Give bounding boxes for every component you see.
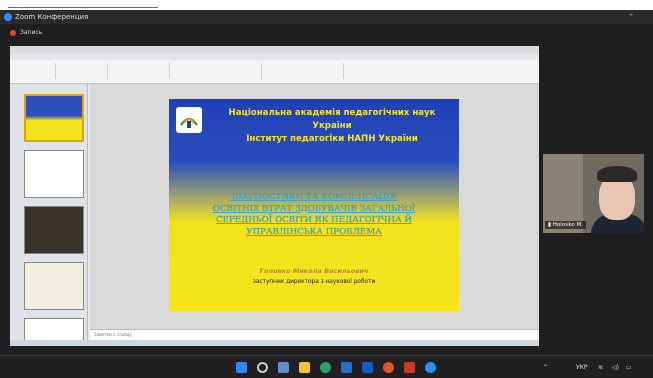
edge-icon[interactable] xyxy=(320,362,331,373)
participant-name: ▮ Holovko M. xyxy=(545,221,587,229)
slide-thumbnail[interactable] xyxy=(24,206,84,254)
signal-icon: ▮ xyxy=(548,222,552,228)
powerpoint-statusbar xyxy=(10,340,539,346)
slide-author-role: заступник директора з наукової роботи xyxy=(252,279,376,285)
slide-header-line: Національна академія педагогічних наук У… xyxy=(228,108,436,131)
ribbon[interactable] xyxy=(10,60,539,84)
ribbon-group[interactable] xyxy=(14,63,56,79)
ribbon-group[interactable] xyxy=(58,63,108,79)
slide-thumbnail[interactable] xyxy=(24,150,84,198)
wifi-icon[interactable]: ≋ xyxy=(598,364,603,371)
battery-icon[interactable]: ▭ xyxy=(626,364,632,371)
slide-title-line: ДІАГНОСТИКИ ТА КОМПЕНСАЦІЯ xyxy=(231,192,397,202)
zoom-taskbar-icon[interactable] xyxy=(425,362,436,373)
notes-pane[interactable]: Заметки к слайду xyxy=(90,329,539,340)
slide-thumbnail[interactable] xyxy=(24,262,84,310)
search-icon[interactable] xyxy=(257,362,268,373)
window-title: Zoom Конференция xyxy=(15,13,89,21)
file-explorer-icon[interactable] xyxy=(299,362,310,373)
ribbon-group[interactable] xyxy=(110,63,170,79)
language-indicator[interactable]: УКР xyxy=(576,364,588,371)
ribbon-group[interactable] xyxy=(172,63,262,79)
napn-logo-icon xyxy=(176,107,202,133)
start-icon[interactable] xyxy=(236,362,247,373)
participant-name-label: Holovko M. xyxy=(552,222,584,228)
top-accent-line xyxy=(8,7,158,8)
word-icon[interactable] xyxy=(362,362,373,373)
recording-indicator[interactable]: Запись xyxy=(10,29,42,36)
tray-chevron-icon[interactable]: ⌃ xyxy=(543,364,548,371)
participant-hair xyxy=(597,166,637,182)
slide-thumbnails[interactable] xyxy=(10,84,88,346)
slide-title: ДІАГНОСТИКИ ТА КОМПЕНСАЦІЯ ОСВІТНІХ ВТРА… xyxy=(189,192,439,238)
slide-thumbnail[interactable] xyxy=(24,94,84,142)
store-icon[interactable] xyxy=(341,362,352,373)
powerpoint-icon[interactable] xyxy=(404,362,415,373)
record-icon xyxy=(10,29,16,36)
minimize-button[interactable]: – xyxy=(629,10,633,19)
slide-title-line: СЕРЕДНЬОЇ ОСВІТИ ЯК ПЕДАГОГІЧНА Й xyxy=(215,215,413,225)
slide-thumbnail[interactable] xyxy=(24,318,84,342)
zoom-titlebar: Zoom Конференция xyxy=(0,10,653,24)
task-view-icon[interactable] xyxy=(278,362,289,373)
slide-header-line: Інститут педагогіки НАПН України xyxy=(246,134,418,144)
windows-taskbar: ⌃ УКР ≋ ◁) ▭ xyxy=(0,355,653,378)
record-label: Запись xyxy=(20,29,43,36)
volume-icon[interactable]: ◁) xyxy=(612,364,619,371)
slide-header: Національна академія педагогічних наук У… xyxy=(209,107,455,146)
top-strip xyxy=(0,0,653,10)
slide-title-line: УПРАВЛІНСЬКА ПРОБЛЕМА xyxy=(246,226,382,237)
current-slide: Національна академія педагогічних наук У… xyxy=(169,99,459,311)
slide-author: Головко Микола Васильович xyxy=(259,267,369,275)
slide-title-line: ОСВІТНІХ ВТРАТ ЗДОБУВАЧІВ ЗАГАЛЬНОЇ xyxy=(212,203,416,214)
powerpoint-titlebar xyxy=(10,46,539,54)
zoom-logo-icon xyxy=(4,13,12,21)
ribbon-group[interactable] xyxy=(264,63,344,79)
chrome-icon[interactable] xyxy=(383,362,394,373)
participant-video[interactable]: ▮ Holovko M. xyxy=(543,154,644,233)
